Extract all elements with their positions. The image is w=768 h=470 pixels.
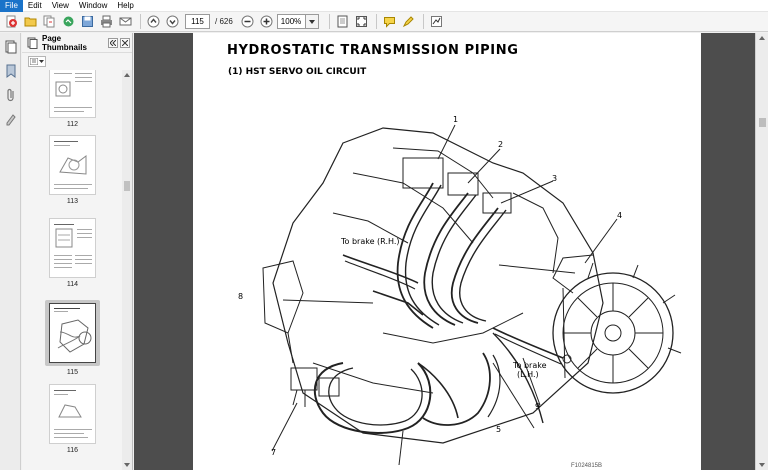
callout-1: 1	[453, 115, 459, 124]
thumbnails-panel-header: Page Thumbnails	[22, 33, 132, 53]
thumbnail-item[interactable]: 113	[22, 135, 123, 205]
label-to-brake-rh: To brake (R.H.)	[341, 237, 400, 246]
callout-7: 7	[271, 448, 277, 457]
next-page-icon[interactable]	[164, 13, 181, 30]
chevron-down-icon	[308, 19, 315, 24]
scroll-down-arrow[interactable]	[122, 460, 132, 470]
callout-2: 2	[498, 140, 504, 149]
thumbnails-panel: Page Thumbnails 112 113 114 115 116	[22, 33, 133, 470]
thumbnail-image	[49, 384, 96, 444]
callout-9: 9	[535, 402, 541, 411]
thumbnail-image	[49, 135, 96, 195]
document-page: HYDROSTATIC TRANSMISSION PIPING (1) HST …	[193, 33, 701, 470]
zoom-dropdown-button[interactable]	[305, 14, 319, 29]
collapse-panel-button[interactable]	[108, 37, 118, 48]
bookmarks-icon[interactable]	[0, 59, 21, 83]
chevron-down-icon	[759, 463, 765, 467]
chevron-down-icon	[39, 59, 45, 63]
thumbnail-frame	[49, 135, 96, 195]
label-to-brake-lh-side: (L.H.)	[517, 370, 539, 379]
menu-edit[interactable]: Edit	[23, 0, 47, 12]
thumbnail-item[interactable]: 114	[22, 218, 123, 288]
scroll-down-arrow[interactable]	[756, 460, 768, 470]
thumbnail-frame	[45, 300, 100, 366]
save-icon[interactable]	[79, 13, 96, 30]
thumbnails-options-row	[22, 53, 132, 69]
hydraulic-diagram	[262, 124, 682, 466]
full-screen-icon[interactable]	[353, 13, 370, 30]
thumbnail-image	[49, 303, 96, 363]
navigation-strip	[0, 33, 21, 470]
toolbar-separator	[422, 14, 424, 29]
chevron-up-icon	[759, 36, 765, 40]
label-to-brake-lh: To brake	[513, 361, 547, 370]
thumbnail-label: 113	[66, 198, 79, 205]
signatures-icon[interactable]	[0, 107, 21, 131]
thumbnails-scrollbar[interactable]	[122, 70, 132, 470]
callout-4: 4	[617, 211, 623, 220]
thumbnail-image	[49, 70, 96, 118]
toolbar: 115 / 626 100%	[0, 12, 768, 32]
zoom-in-icon[interactable]	[258, 13, 275, 30]
thumbnail-label: 114	[66, 281, 79, 288]
callout-3: 3	[552, 174, 558, 183]
document-viewer[interactable]: HYDROSTATIC TRANSMISSION PIPING (1) HST …	[134, 33, 755, 470]
document-scrollbar[interactable]	[755, 33, 768, 470]
create-pdf-icon[interactable]	[3, 13, 20, 30]
thumbnails-panel-title: Page Thumbnails	[42, 33, 87, 52]
page-footer-code: F1024815B	[571, 463, 603, 469]
open-icon[interactable]	[22, 13, 39, 30]
sign-icon[interactable]	[428, 13, 445, 30]
print-icon[interactable]	[98, 13, 115, 30]
page-number-input[interactable]: 115	[185, 14, 210, 29]
toolbar-separator	[328, 14, 330, 29]
scroll-up-arrow[interactable]	[756, 33, 768, 43]
menu-view[interactable]: View	[47, 0, 74, 12]
chevron-down-icon	[124, 463, 130, 467]
thumbnail-label: 115	[66, 369, 79, 376]
thumbnail-frame	[49, 384, 96, 444]
share-icon[interactable]	[60, 13, 77, 30]
comment-icon[interactable]	[381, 13, 398, 30]
thumbnail-item-selected[interactable]: 115	[22, 300, 123, 376]
list-options-icon	[29, 57, 38, 65]
combine-icon[interactable]	[41, 13, 58, 30]
thumbnail-image	[49, 218, 96, 278]
email-icon[interactable]	[117, 13, 134, 30]
callout-5: 5	[496, 425, 502, 434]
page-thumbnails-icon	[27, 37, 38, 49]
toolbar-separator	[375, 14, 377, 29]
close-icon	[122, 39, 128, 46]
highlight-icon[interactable]	[400, 13, 417, 30]
menu-bar: File Edit View Window Help	[0, 0, 768, 12]
menu-window[interactable]: Window	[74, 0, 112, 12]
thumbnail-item[interactable]: 116	[22, 384, 123, 454]
toolbar-separator	[140, 14, 141, 29]
double-chevron-left-icon	[110, 39, 116, 46]
thumbnail-options-button[interactable]	[28, 55, 46, 67]
chevron-up-icon	[124, 73, 130, 77]
page-total: / 626	[215, 17, 233, 26]
page-thumbnails-icon[interactable]	[0, 35, 21, 59]
zoom-out-icon[interactable]	[239, 13, 256, 30]
zoom-level-input[interactable]: 100%	[276, 14, 306, 29]
menu-file[interactable]: File	[0, 0, 23, 12]
thumbnail-item[interactable]: 112	[22, 70, 123, 128]
thumbnails-list: 112 113 114 115 116	[22, 70, 123, 470]
scroll-up-arrow[interactable]	[122, 70, 132, 80]
thumbnail-frame	[49, 70, 96, 118]
thumbnail-label: 116	[66, 447, 79, 454]
close-panel-button[interactable]	[120, 37, 130, 48]
previous-page-icon[interactable]	[145, 13, 162, 30]
scrollbar-thumb[interactable]	[124, 181, 130, 191]
menu-help[interactable]: Help	[112, 0, 138, 12]
fit-page-icon[interactable]	[334, 13, 351, 30]
thumbnail-frame	[49, 218, 96, 278]
attachments-icon[interactable]	[0, 83, 21, 107]
scrollbar-thumb[interactable]	[759, 118, 766, 127]
callout-8: 8	[238, 292, 244, 301]
thumbnail-label: 112	[66, 121, 79, 128]
